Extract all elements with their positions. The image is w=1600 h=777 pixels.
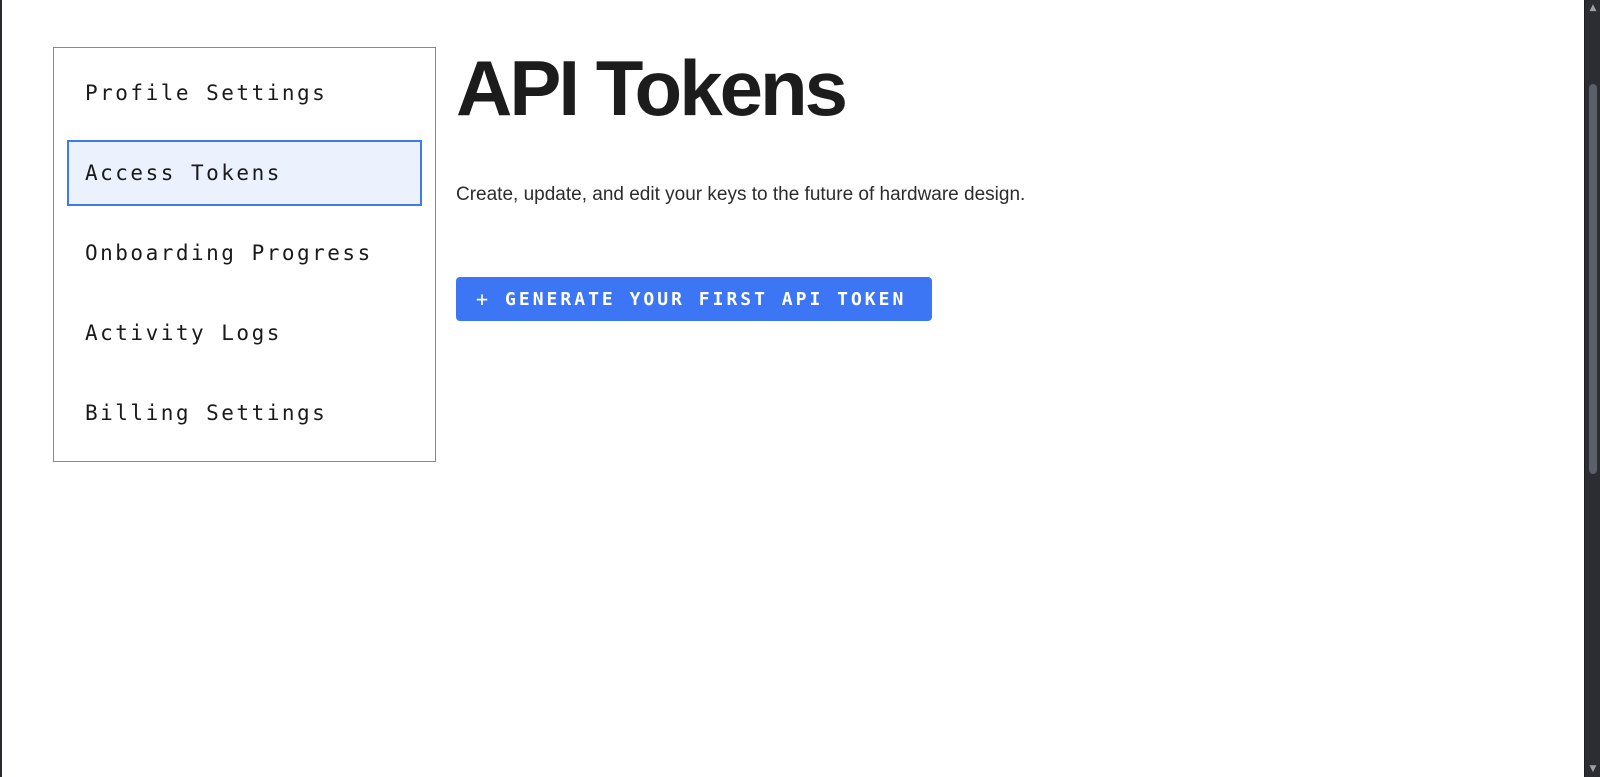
sidebar-item-label: Access Tokens [85, 161, 282, 185]
sidebar-item-billing-settings[interactable]: Billing Settings [67, 380, 422, 446]
page-title: API Tokens [456, 44, 848, 132]
sidebar-item-access-tokens[interactable]: Access Tokens [67, 140, 422, 206]
settings-sidebar: Profile Settings Access Tokens Onboardin… [53, 47, 436, 462]
sidebar-item-activity-logs[interactable]: Activity Logs [67, 300, 422, 366]
scroll-down-icon[interactable]: ▼ [1585, 761, 1600, 777]
sidebar-item-label: Onboarding Progress [85, 241, 373, 265]
sidebar-item-profile-settings[interactable]: Profile Settings [67, 60, 422, 126]
sidebar-item-label: Billing Settings [85, 401, 328, 425]
sidebar-item-label: Profile Settings [85, 81, 328, 105]
sidebar-item-label: Activity Logs [85, 321, 282, 345]
vertical-scrollbar[interactable]: ▲ ▼ [1584, 0, 1600, 777]
plus-icon: + [476, 287, 492, 311]
scrollbar-thumb[interactable] [1589, 84, 1597, 474]
sidebar-item-onboarding-progress[interactable]: Onboarding Progress [67, 220, 422, 286]
generate-api-token-button[interactable]: + GENERATE YOUR FIRST API TOKEN [456, 277, 932, 321]
window-left-edge [0, 0, 2, 777]
generate-button-label: GENERATE YOUR FIRST API TOKEN [505, 288, 907, 310]
scroll-up-icon[interactable]: ▲ [1585, 0, 1600, 16]
page-description: Create, update, and edit your keys to th… [456, 184, 1026, 205]
